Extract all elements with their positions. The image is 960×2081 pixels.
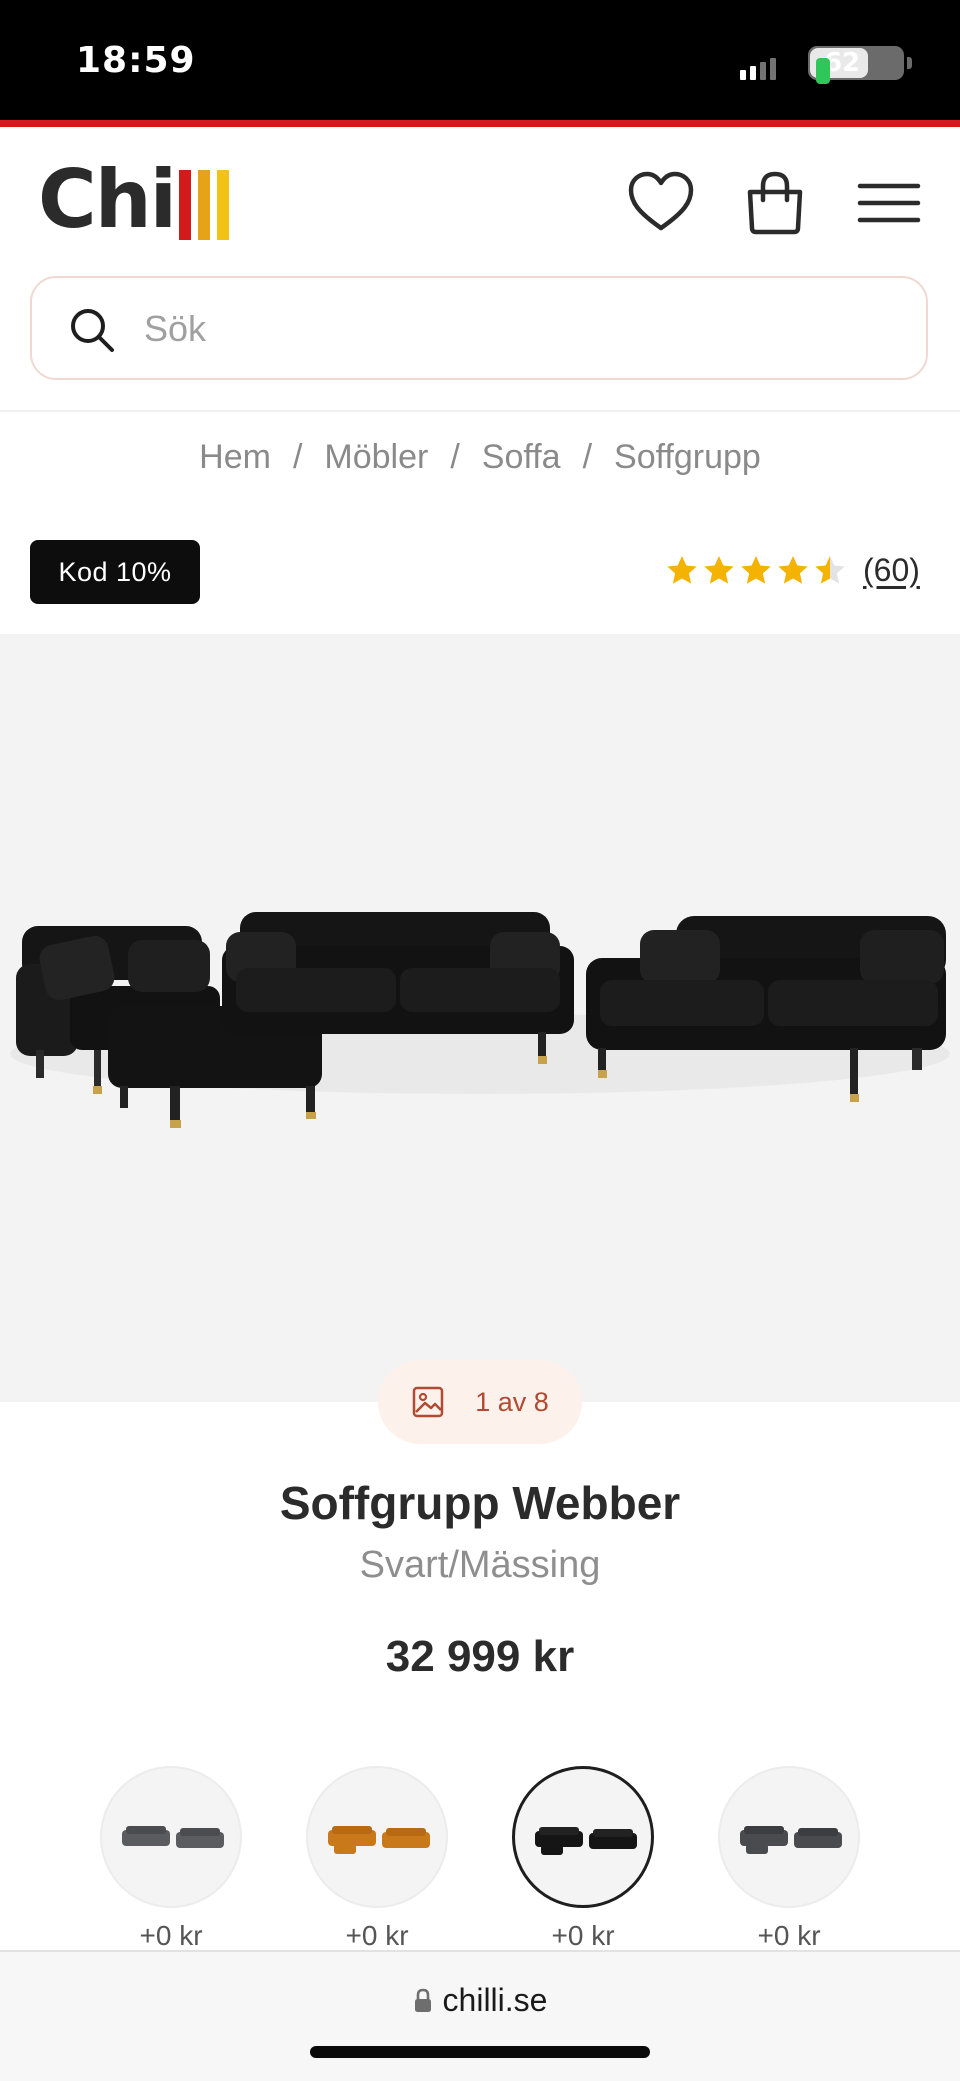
breadcrumb-separator: / <box>450 438 460 476</box>
site-logo[interactable]: Chi <box>38 153 230 246</box>
shopping-bag-icon[interactable] <box>740 168 810 238</box>
charging-indicator <box>816 58 830 84</box>
search-icon <box>71 309 114 352</box>
image-counter[interactable]: 1 av 8 <box>378 1360 582 1444</box>
variant-swatches: +0 kr +0 kr +0 kr +0 kr <box>0 1766 960 1951</box>
logo-bar-orange <box>198 170 211 240</box>
home-indicator[interactable] <box>310 2046 650 2058</box>
breadcrumb-separator: / <box>292 438 303 476</box>
lock-icon <box>414 1988 431 2012</box>
discount-badge: Kod 10% <box>30 540 200 604</box>
breadcrumb-item-sofa[interactable]: Soffa <box>482 438 561 476</box>
variant-swatch-black[interactable] <box>512 1766 654 1908</box>
product-price: 32 999 kr <box>385 1632 575 1681</box>
search-input[interactable] <box>144 300 884 358</box>
product-title: Soffgrupp Webber <box>279 1477 681 1529</box>
header-divider <box>0 410 960 412</box>
heart-icon[interactable] <box>626 168 696 238</box>
status-bar: 18:59 62 <box>0 0 960 120</box>
star-full-icon <box>778 555 808 584</box>
logo-text: Chi <box>38 153 177 246</box>
hamburger-menu-icon[interactable] <box>854 168 924 238</box>
logo-bar-red <box>179 170 192 240</box>
review-count-link[interactable]: (60) <box>863 552 920 589</box>
breadcrumb-separator: / <box>582 438 593 476</box>
logo-bar-yellow <box>217 170 230 240</box>
image-counter-text: 1 av 8 <box>475 1386 549 1417</box>
variant-swatch-gray[interactable] <box>100 1766 242 1908</box>
product-rating[interactable]: (60) <box>664 552 920 589</box>
product-variant: Svart/Mässing <box>359 1544 601 1586</box>
status-time: 18:59 <box>76 40 196 81</box>
url-text: chilli.se <box>442 1982 548 2018</box>
star-full-icon <box>741 555 771 584</box>
url-display[interactable]: chilli.se <box>0 1982 960 2019</box>
breadcrumb-item-home[interactable]: Hem <box>199 438 271 476</box>
variant-price: +0 kr <box>139 1920 203 1951</box>
variant-swatch-dark-gray[interactable] <box>718 1766 860 1908</box>
logo-bars <box>179 170 230 240</box>
variant-price: +0 kr <box>551 1920 615 1951</box>
breadcrumb: Hem / Möbler / Soffa / Soffgrupp <box>0 438 960 477</box>
variant-price: +0 kr <box>757 1920 821 1951</box>
breadcrumb-item-sofa-group[interactable]: Soffgrupp <box>614 438 761 476</box>
variant-price: +0 kr <box>345 1920 409 1951</box>
brand-stripe <box>0 120 960 127</box>
variant-swatch-cognac[interactable] <box>306 1766 448 1908</box>
search-bar[interactable] <box>30 276 928 380</box>
browser-address-bar[interactable]: chilli.se <box>0 1950 960 2081</box>
breadcrumb-item-furniture[interactable]: Möbler <box>324 438 428 476</box>
signal-icon <box>740 58 776 80</box>
star-full-icon <box>704 555 734 584</box>
image-gallery-icon <box>412 1386 444 1418</box>
product-image[interactable] <box>0 634 960 1402</box>
star-full-icon <box>667 555 697 584</box>
star-half-icon <box>815 555 845 584</box>
sofa-group-image <box>10 912 950 1128</box>
